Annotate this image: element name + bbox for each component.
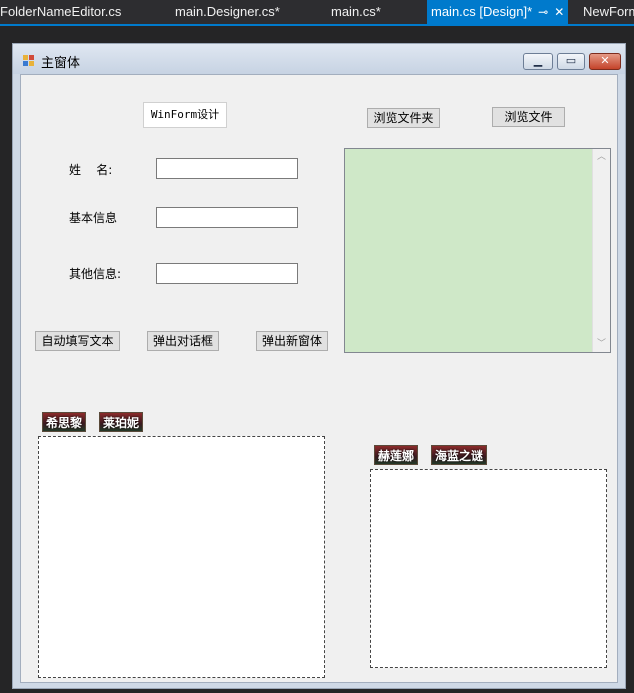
minimize-button[interactable]: ▁ — [523, 53, 553, 70]
app-icon — [23, 55, 35, 67]
popup-dialog-button[interactable]: 弹出对话框 — [147, 331, 219, 351]
other-info-input[interactable] — [156, 263, 298, 284]
tag-right-1[interactable]: 赫莲娜 — [374, 445, 419, 465]
close-tab-icon[interactable]: ✕ — [554, 0, 564, 24]
ide-tab-strip: FolderNameEditor.cs main.Designer.cs* ma… — [0, 0, 634, 26]
form-window[interactable]: 主窗体 ▁ ▭ ✕ WinForm设计 浏览文件夹 浏览文件 姓 名: 基本信息… — [12, 43, 626, 689]
form-client-area: WinForm设计 浏览文件夹 浏览文件 姓 名: 基本信息 其他信息: ︿ ﹀… — [20, 74, 618, 683]
close-button[interactable]: ✕ — [589, 53, 621, 70]
tag-right-2[interactable]: 海蓝之谜 — [431, 445, 488, 465]
scroll-up-icon[interactable]: ︿ — [593, 149, 610, 165]
pin-icon[interactable]: ⊸ — [538, 0, 548, 24]
window-title: 主窗体 — [41, 56, 81, 71]
vertical-scrollbar[interactable]: ︿ ﹀ — [592, 149, 610, 352]
tag-left-1[interactable]: 希思黎 — [42, 412, 87, 432]
tab-label: main.cs* — [331, 4, 381, 19]
tab-label: FolderNameEditor.cs — [0, 4, 122, 19]
right-panel[interactable] — [370, 469, 607, 668]
browse-folder-button[interactable]: 浏览文件夹 — [367, 108, 440, 128]
auto-fill-button[interactable]: 自动填写文本 — [35, 331, 120, 351]
left-panel[interactable] — [38, 436, 325, 678]
tab-label: main.cs [Design]* — [431, 4, 533, 19]
name-label: 姓 名: — [69, 163, 113, 177]
tab-label: main.Designer.cs* — [175, 4, 280, 19]
tab-foldernameeditor[interactable]: FolderNameEditor.cs — [0, 0, 121, 24]
scroll-down-icon[interactable]: ﹀ — [593, 336, 610, 352]
other-info-label: 其他信息: — [69, 267, 122, 281]
name-input[interactable] — [156, 158, 298, 179]
tab-label: NewForm — [583, 4, 634, 19]
tab-main-designer[interactable]: main.Designer.cs* — [175, 0, 280, 24]
browse-file-button[interactable]: 浏览文件 — [492, 107, 565, 127]
maximize-button[interactable]: ▭ — [557, 53, 585, 70]
window-titlebar[interactable]: 主窗体 ▁ ▭ ✕ — [13, 44, 625, 74]
tag-left-2[interactable]: 莱珀妮 — [99, 412, 144, 432]
basic-info-label: 基本信息 — [69, 211, 118, 225]
tab-main-design[interactable]: main.cs [Design]* ⊸ ✕ — [427, 0, 569, 24]
basic-info-input[interactable] — [156, 207, 298, 228]
rich-text-box[interactable]: ︿ ﹀ — [344, 148, 611, 353]
popup-form-button[interactable]: 弹出新窗体 — [256, 331, 328, 351]
tab-main-cs[interactable]: main.cs* — [331, 0, 381, 24]
winform-design-button[interactable]: WinForm设计 — [143, 102, 227, 128]
tab-newform[interactable]: NewForm — [583, 0, 634, 24]
